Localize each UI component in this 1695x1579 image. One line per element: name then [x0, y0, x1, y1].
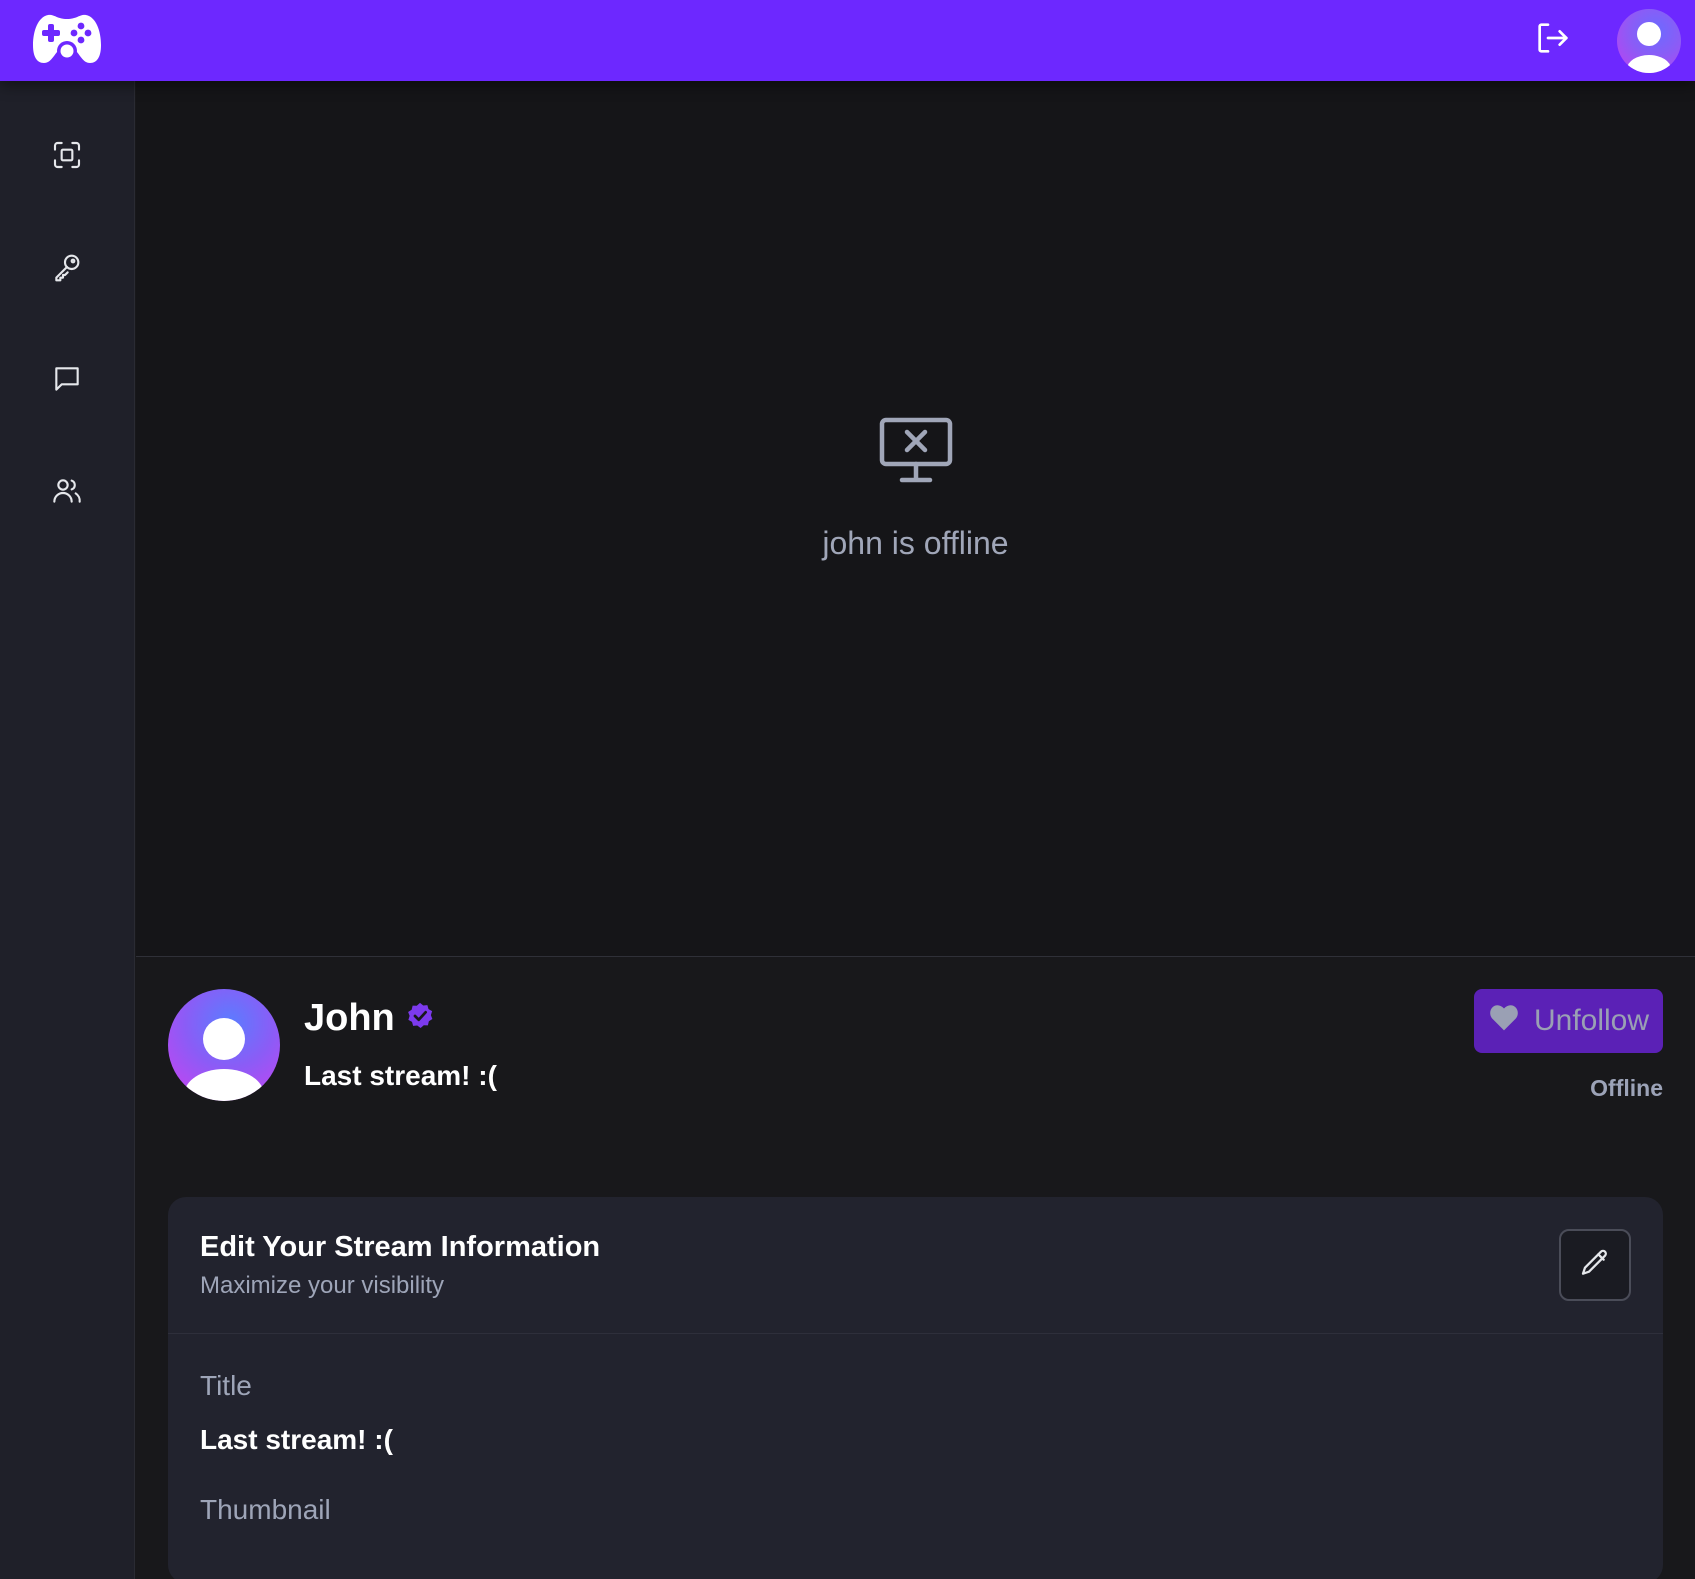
- status-badge: Offline: [1590, 1075, 1663, 1101]
- logout-button[interactable]: [1533, 18, 1573, 63]
- monitor-x-icon: [878, 416, 954, 491]
- edit-card-subtitle: Maximize your visibility: [200, 1272, 445, 1299]
- user-icon: [1627, 21, 1671, 73]
- topbar-actions: [1533, 8, 1681, 73]
- sidebar-item-stream[interactable]: [43, 141, 91, 173]
- key-icon: [51, 251, 83, 288]
- channel-name-line: John: [304, 997, 497, 1040]
- unfollow-button[interactable]: Unfollow: [1474, 989, 1663, 1053]
- channel-info: John Last stream! :(Unfollow Offline Ed…: [136, 957, 1695, 1579]
- top-bar: [0, 0, 1695, 81]
- thumbnail-field-label: Thumbnail: [200, 1494, 331, 1525]
- unfollow-button-label: Unfollow: [1533, 1004, 1650, 1037]
- sidebar-item-community[interactable]: [43, 477, 91, 509]
- edit-card-header: Edit Your Stream Information Maximize yo…: [168, 1197, 1663, 1334]
- channel-name: John: [304, 997, 395, 1039]
- logout-icon: [1533, 18, 1573, 63]
- gamepad-icon[interactable]: [32, 11, 102, 70]
- edit-card-title: Edit Your Stream Information: [200, 1231, 601, 1263]
- pencil-icon: [1579, 1247, 1611, 1284]
- user-icon: [184, 1018, 264, 1101]
- app-root: john is offline John Last stream!:(Unf…: [0, 0, 1695, 1579]
- stream-title: Last stream! :(: [304, 1060, 497, 1091]
- video-player[interactable]: john is offline: [136, 81, 1695, 957]
- sidebar-item-keys[interactable]: [43, 253, 91, 285]
- title-field-label: Title: [200, 1370, 252, 1401]
- sidebar-item-chat[interactable]: [43, 365, 91, 397]
- offline-message: john is offline: [822, 524, 1009, 561]
- sidebar: [0, 81, 135, 1579]
- channel-avatar[interactable]: [168, 989, 280, 1101]
- verified-badge-icon: [405, 1001, 435, 1036]
- user-avatar[interactable]: [1617, 8, 1681, 73]
- scan-icon: [51, 139, 83, 176]
- channel-name-block: John Last stream! :(: [304, 997, 497, 1092]
- chat-icon: [51, 363, 83, 400]
- heart-icon: [1488, 1002, 1520, 1040]
- edit-stream-card: Edit Your Stream Information Maximize yo…: [168, 1197, 1663, 1579]
- edit-card-body: Title Last stream! :( Thumbnail: [168, 1334, 1663, 1526]
- title-field-value: Last stream! :(: [200, 1424, 393, 1455]
- edit-button[interactable]: [1559, 1229, 1631, 1301]
- profile-row: John Last stream! :(Unfollow Offline: [168, 989, 1663, 1169]
- follow-block: Unfollow Offline: [1474, 989, 1663, 1102]
- users-icon: [51, 475, 83, 512]
- main-content: john is offline John Last stream!:(Unf…: [136, 81, 1695, 1579]
